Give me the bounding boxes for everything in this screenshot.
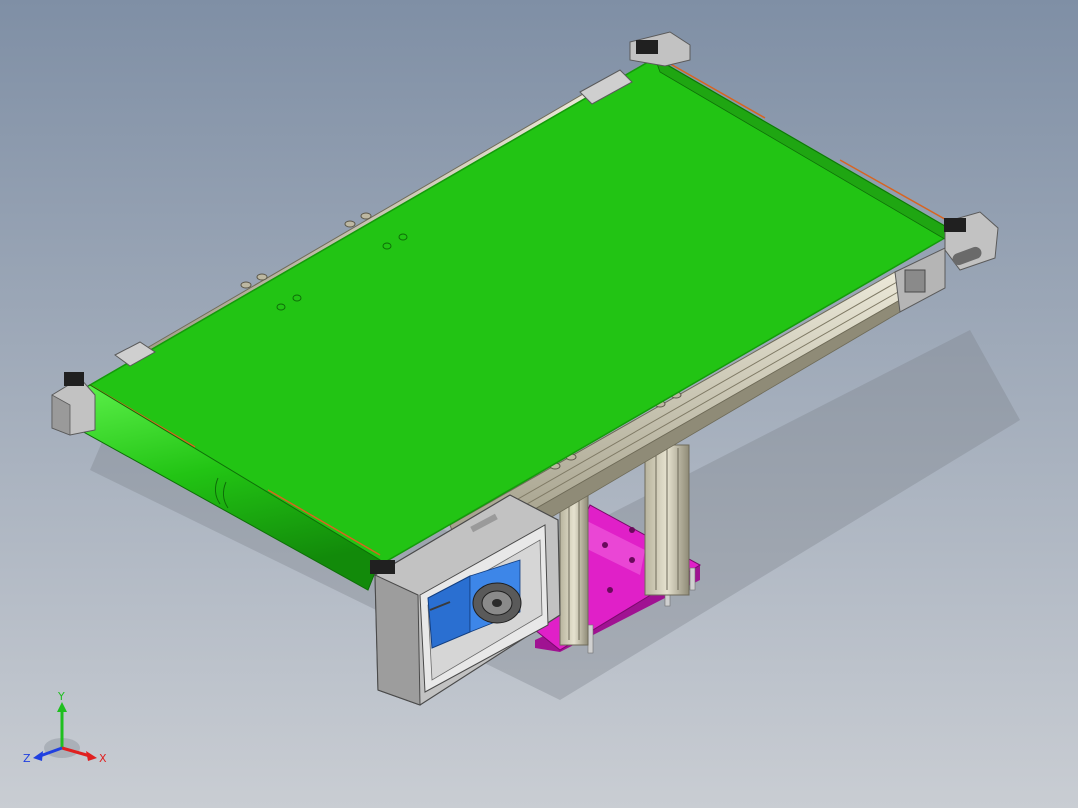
drive-housing-side [374, 574, 421, 706]
z-axis-label: Z [23, 752, 31, 765]
pulley-shaft [492, 599, 502, 607]
rail-bolt [256, 273, 268, 281]
x-axis-arrow-icon [86, 751, 97, 761]
z-axis-arrow-icon [33, 751, 43, 761]
y-axis-label: Y [57, 690, 65, 703]
belt-tensioner[interactable] [370, 560, 395, 574]
orientation-triad[interactable]: Y X Z [20, 690, 120, 780]
leveling-bolt [587, 624, 594, 654]
belt-tensioner[interactable] [944, 218, 966, 232]
leveling-bolt [689, 567, 696, 591]
rail-bolt [240, 281, 252, 289]
mount-hole [629, 527, 635, 533]
y-axis-arrow-icon [57, 702, 67, 712]
model-view[interactable] [0, 0, 1078, 808]
x-axis-label: X [99, 752, 107, 765]
rail-bolt [360, 212, 372, 220]
mount-hole [602, 542, 608, 548]
leg-profile[interactable] [559, 494, 589, 646]
mount-hole [629, 557, 635, 563]
mount-hole [607, 587, 613, 593]
belt-tensioner[interactable] [64, 372, 84, 386]
belt-tensioner[interactable] [636, 40, 658, 54]
graphics-viewport[interactable]: Y X Z [0, 0, 1078, 808]
rail-bolt [344, 220, 356, 228]
bearing-block [904, 269, 926, 293]
